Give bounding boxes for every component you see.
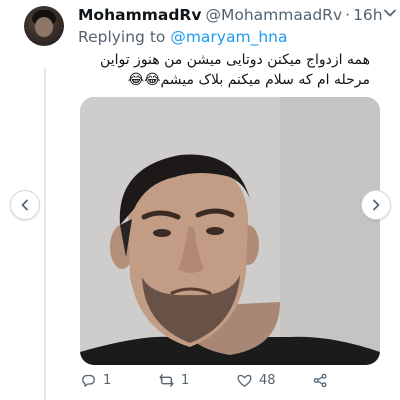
- reply-mention-link[interactable]: @maryam_hna: [170, 28, 287, 46]
- man-portrait-image: [80, 97, 380, 365]
- reply-icon: [82, 374, 95, 387]
- chevron-left-icon[interactable]: [10, 190, 40, 220]
- tweet-text-line-1: همه ازدواج میکنن دوتایی میشن من هنوز توا…: [100, 52, 370, 68]
- reply-prefix: Replying to: [78, 28, 166, 46]
- replying-to: Replying to @maryam_hna: [78, 28, 287, 46]
- tweet-text: همه ازدواج میکنن دوتایی میشن من هنوز توا…: [80, 50, 370, 90]
- avatar[interactable]: [24, 6, 64, 46]
- retweet-button[interactable]: 1: [158, 372, 189, 389]
- tweet-media-image[interactable]: [80, 97, 380, 365]
- tweet-header: MohammadRv @MohammaadRv · 16h: [78, 4, 396, 26]
- thread-line: [44, 68, 46, 400]
- like-count: 48: [259, 373, 276, 388]
- avatar-face: [35, 17, 53, 37]
- share-icon: [313, 373, 327, 388]
- share-button[interactable]: [312, 372, 329, 389]
- heart-icon: [237, 374, 252, 387]
- chevron-down-icon[interactable]: [383, 6, 397, 24]
- chevron-right-icon[interactable]: [361, 190, 391, 220]
- retweet-count: 1: [181, 373, 190, 388]
- tweet-actions: 1 1 48: [80, 372, 380, 394]
- display-name[interactable]: MohammadRv: [78, 6, 201, 24]
- reply-count: 1: [103, 373, 112, 388]
- tweet-time[interactable]: 16h: [353, 6, 383, 24]
- user-handle[interactable]: @MohammaadRv: [205, 6, 342, 24]
- retweet-icon: [159, 374, 174, 387]
- tweet-text-line-2: مرحله ام که سلام میکنم بلاک میشم😂😂: [127, 72, 370, 88]
- separator-dot: ·: [345, 6, 351, 24]
- like-button[interactable]: 48: [236, 372, 276, 389]
- reply-button[interactable]: 1: [80, 372, 111, 389]
